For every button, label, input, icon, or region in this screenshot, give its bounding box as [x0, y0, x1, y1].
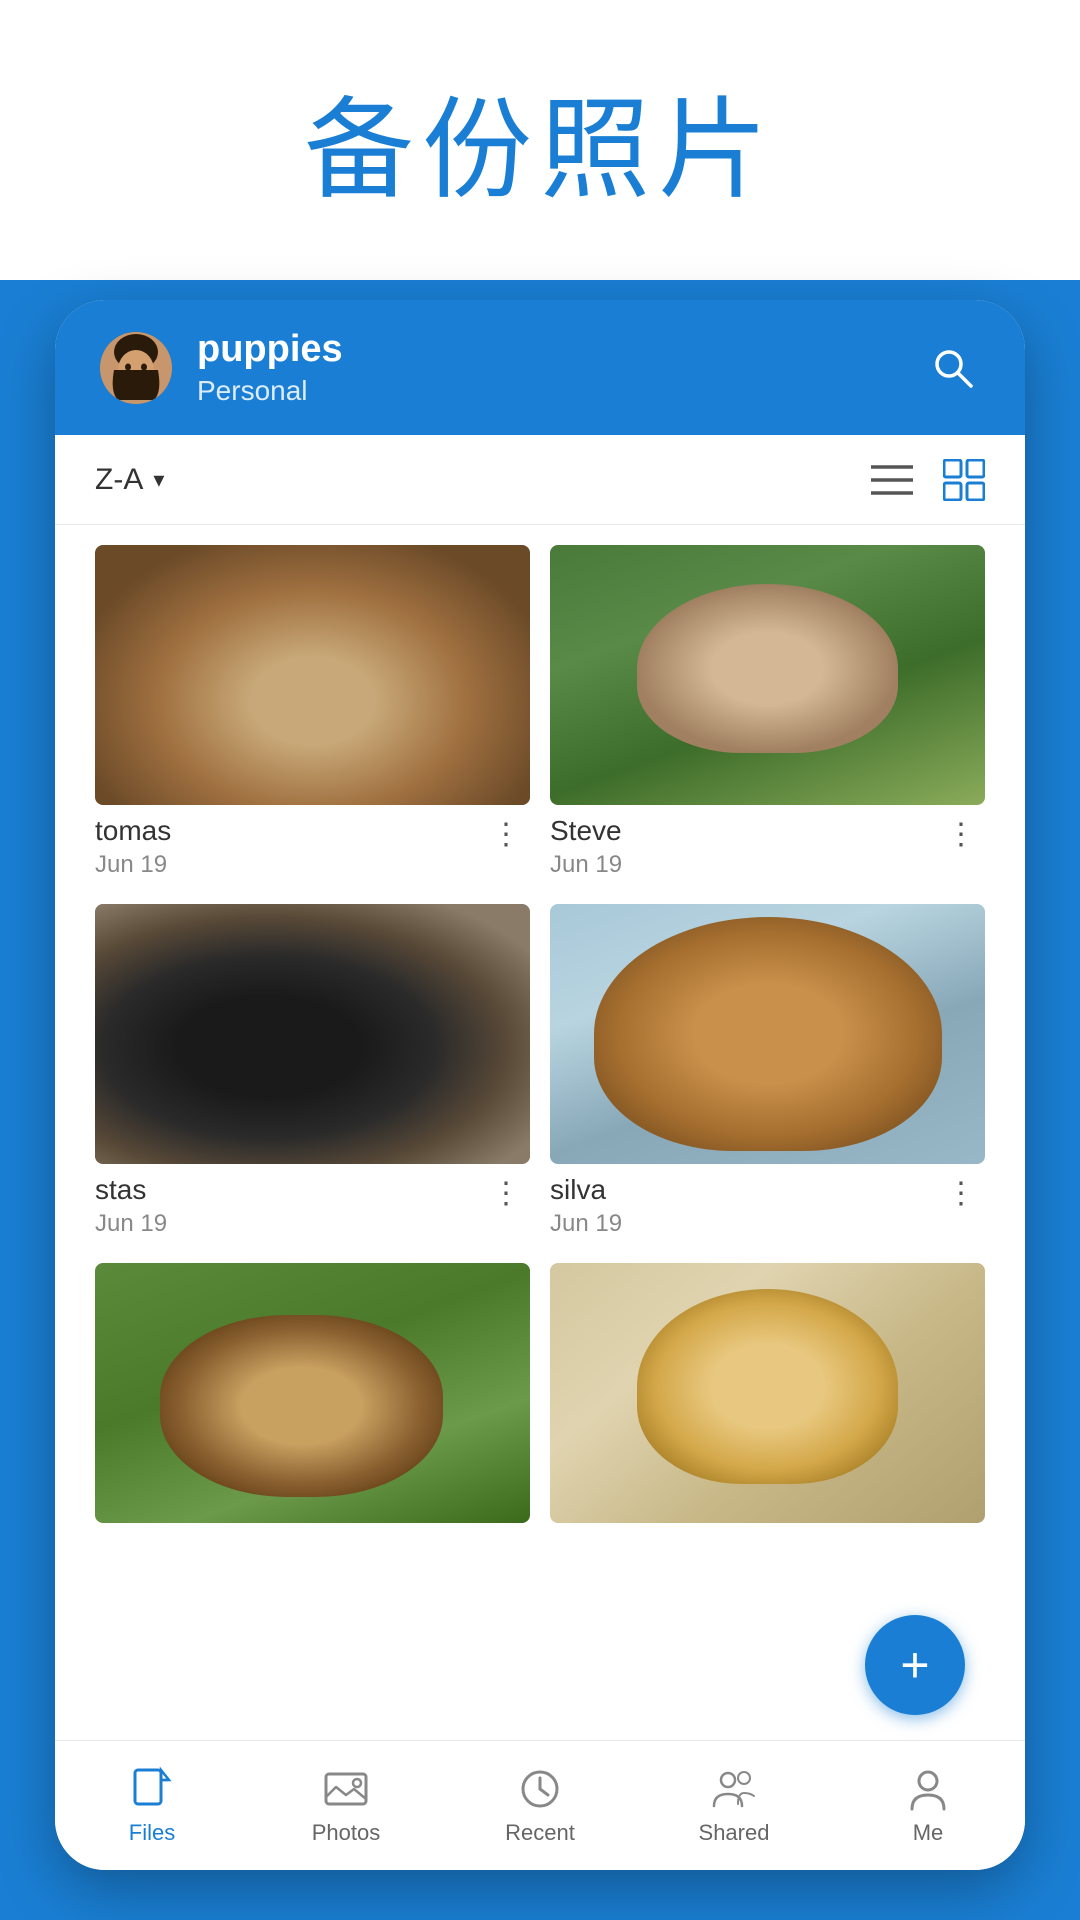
- sort-label: Z-A: [95, 463, 143, 497]
- more-options-button[interactable]: ⋮: [938, 1174, 985, 1214]
- photo-item-stas[interactable]: stas Jun 19 ⋮: [95, 904, 530, 1243]
- photo-thumb: [550, 545, 985, 805]
- photo-item-silva[interactable]: silva Jun 19 ⋮: [550, 904, 985, 1243]
- photo-name: stas: [95, 1174, 167, 1206]
- nav-item-shared[interactable]: Shared: [637, 1741, 831, 1870]
- photo-item-tomas[interactable]: tomas Jun 19 ⋮: [95, 545, 530, 884]
- photo-date: Jun 19: [550, 851, 622, 879]
- nav-label-shared: Shared: [699, 1820, 770, 1846]
- photo-name: tomas: [95, 815, 171, 847]
- recent-icon: [517, 1766, 563, 1812]
- plus-icon: +: [900, 1640, 929, 1690]
- photo-name: silva: [550, 1174, 622, 1206]
- nav-item-me[interactable]: Me: [831, 1741, 1025, 1870]
- fab-add-button[interactable]: +: [865, 1615, 965, 1715]
- photo-item-5[interactable]: [95, 1263, 530, 1523]
- app-header: puppies Personal: [55, 300, 1025, 435]
- chevron-down-icon: ▾: [153, 467, 164, 493]
- photo-date: Jun 19: [95, 851, 171, 879]
- nav-label-photos: Photos: [312, 1820, 381, 1846]
- phone-mockup: puppies Personal Z-A ▾: [55, 300, 1025, 1870]
- header-account-type: Personal: [197, 375, 925, 407]
- search-button[interactable]: [925, 340, 980, 395]
- bottom-navigation: Files Photos Recent: [55, 1740, 1025, 1870]
- shared-icon: [711, 1766, 757, 1812]
- photo-thumb: [550, 1263, 985, 1523]
- photo-date: Jun 19: [550, 1210, 622, 1238]
- photo-thumb: [95, 545, 530, 805]
- more-options-button[interactable]: ⋮: [938, 815, 985, 855]
- toolbar: Z-A ▾: [55, 435, 1025, 525]
- nav-item-recent[interactable]: Recent: [443, 1741, 637, 1870]
- photo-grid: tomas Jun 19 ⋮ Steve Jun 19 ⋮: [95, 545, 985, 1523]
- nav-label-recent: Recent: [505, 1820, 575, 1846]
- files-icon: [129, 1766, 175, 1812]
- grid-view-button[interactable]: [943, 459, 985, 501]
- nav-item-files[interactable]: Files: [55, 1741, 249, 1870]
- header-username: puppies: [197, 328, 925, 371]
- photo-date: Jun 19: [95, 1210, 167, 1238]
- page-title: 备份照片: [304, 60, 776, 220]
- photo-item-steve[interactable]: Steve Jun 19 ⋮: [550, 545, 985, 884]
- photos-icon: [323, 1766, 369, 1812]
- photo-thumb: [95, 1263, 530, 1523]
- toolbar-view-controls: [871, 459, 985, 501]
- photo-name: Steve: [550, 815, 622, 847]
- photo-thumb: [550, 904, 985, 1164]
- photo-thumb: [95, 904, 530, 1164]
- sort-button[interactable]: Z-A ▾: [95, 463, 164, 497]
- nav-label-me: Me: [913, 1820, 944, 1846]
- avatar[interactable]: [100, 332, 172, 404]
- more-options-button[interactable]: ⋮: [483, 1174, 530, 1214]
- list-view-button[interactable]: [871, 462, 913, 498]
- me-icon: [905, 1766, 951, 1812]
- top-section: 备份照片: [0, 0, 1080, 280]
- header-text: puppies Personal: [197, 328, 925, 407]
- more-options-button[interactable]: ⋮: [483, 815, 530, 855]
- photo-item-6[interactable]: [550, 1263, 985, 1523]
- nav-item-photos[interactable]: Photos: [249, 1741, 443, 1870]
- nav-label-files: Files: [129, 1820, 175, 1846]
- content-area: tomas Jun 19 ⋮ Steve Jun 19 ⋮: [55, 525, 1025, 1740]
